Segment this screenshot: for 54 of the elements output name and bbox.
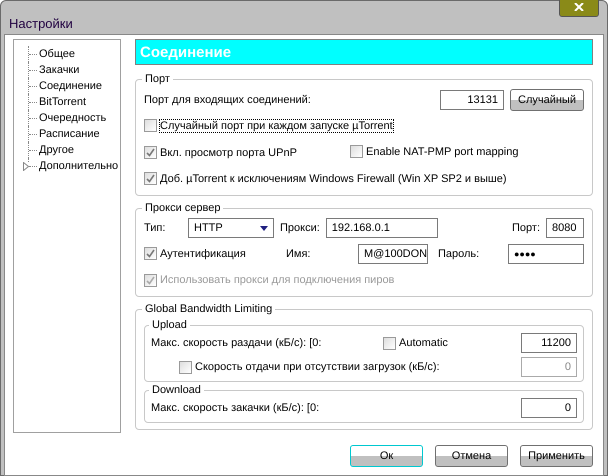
password-label: Пароль: xyxy=(437,248,480,260)
checkbox[interactable] xyxy=(383,336,396,350)
group-title: Порт xyxy=(144,73,171,85)
tree-item[interactable]: BitTorrent xyxy=(38,96,86,108)
section-title: Соединение xyxy=(135,39,593,65)
tree-item[interactable]: Общее xyxy=(38,48,76,60)
tree-item[interactable]: Очередность xyxy=(38,112,106,124)
checkbox-label: Случайный порт при каждом запуске µTorrent xyxy=(160,120,393,132)
checkbox-label: Automatic xyxy=(399,337,448,349)
window-title: Настройки xyxy=(9,16,73,31)
random-button[interactable]: Случайный xyxy=(510,89,584,111)
checkbox-label: Скорость отдачи при отсутствии загрузок (кБ/с): xyxy=(195,361,440,373)
checkbox[interactable] xyxy=(144,119,157,132)
download-limit-label: Макс. скорость закачки (кБ/с): [0: xyxy=(151,402,320,414)
proxy-port-field[interactable]: 8080 xyxy=(546,218,584,238)
type-dropdown[interactable]: HTTP xyxy=(188,218,274,238)
dropdown-arrow-icon xyxy=(260,226,268,230)
checkbox-label: Использовать прокси для подключения пиров xyxy=(160,274,394,286)
close-button[interactable] xyxy=(559,0,599,17)
checkbox[interactable] xyxy=(179,360,192,374)
checkbox[interactable] xyxy=(144,172,157,185)
name-field[interactable]: M@100DON xyxy=(358,244,428,264)
tree-item[interactable]: Дополнительно xyxy=(38,160,118,172)
group-title: Upload xyxy=(151,319,188,331)
group-title: Global Bandwidth Limiting xyxy=(144,303,274,315)
checkbox-label: Доб. µTorrent к исключениям Windows Firewall (Win XP SP2 и выше) xyxy=(160,172,506,184)
download-limit-field[interactable]: 0 xyxy=(521,398,577,418)
checkbox-label: Enable NAT-PMP port mapping xyxy=(366,146,518,158)
port-field[interactable]: 13131 xyxy=(440,90,504,110)
proxy-label: Прокси: xyxy=(280,222,320,234)
upload-limit-label: Макс. скорость раздачи (кБ/с): [0: xyxy=(151,337,322,349)
group-title: Download xyxy=(151,384,202,396)
password-field[interactable]: ●●●● xyxy=(508,244,584,264)
group-title: Прокси сервер xyxy=(144,202,222,214)
checkbox[interactable] xyxy=(144,247,157,260)
dialog-button[interactable]: Ок xyxy=(350,445,423,467)
proxy-field[interactable]: 192.168.0.1 xyxy=(326,218,438,238)
tree-item[interactable]: Закачки xyxy=(38,64,80,76)
tree-item[interactable]: Соединение xyxy=(38,80,102,92)
expand-icon[interactable] xyxy=(23,162,29,171)
checkbox[interactable] xyxy=(350,145,363,158)
tree-item[interactable]: Расписание xyxy=(38,128,100,140)
proxy-port-label: Порт: xyxy=(512,222,540,234)
dialog-button[interactable]: Отмена xyxy=(435,445,508,467)
upload-limit-field[interactable]: 11200 xyxy=(521,333,577,353)
checkbox-label: Аутентификация xyxy=(160,248,246,260)
port-label: Порт для входящих соединений: xyxy=(144,94,311,106)
type-label: Тип: xyxy=(144,222,166,234)
name-label: Имя: xyxy=(286,248,312,260)
tree-item[interactable]: Другое xyxy=(38,144,74,156)
dialog-button[interactable]: Применить xyxy=(520,445,593,467)
checkbox[interactable] xyxy=(144,146,157,159)
checkbox-label: Вкл. просмотр порта UPnP xyxy=(160,146,297,158)
close-icon xyxy=(574,3,584,11)
